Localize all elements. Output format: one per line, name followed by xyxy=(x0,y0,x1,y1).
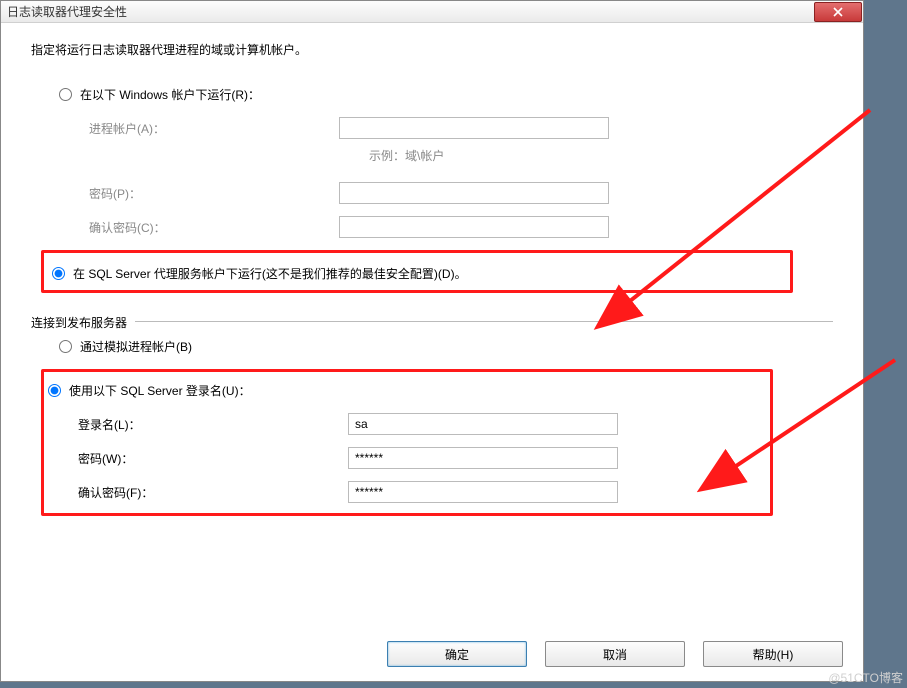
login-confirm-label: 确认密码(F)： xyxy=(48,484,348,501)
run-password-label: 密码(P)： xyxy=(59,185,339,202)
radio-run-windows[interactable] xyxy=(59,88,72,101)
login-password-input[interactable] xyxy=(348,447,618,469)
help-button[interactable]: 帮助(H) xyxy=(703,641,843,667)
radio-run-sql-agent-row[interactable]: 在 SQL Server 代理服务帐户下运行(这不是我们推荐的最佳安全配置)(D… xyxy=(52,265,782,282)
cancel-button[interactable]: 取消 xyxy=(545,641,685,667)
login-confirm-input[interactable] xyxy=(348,481,618,503)
connect-fieldset: 连接到发布服务器 通过模拟进程帐户(B) 使用以下 SQL Server 登录名… xyxy=(31,321,833,516)
close-button[interactable] xyxy=(814,2,862,22)
process-account-label: 进程帐户(A)： xyxy=(59,120,339,137)
example-hint: 示例：域\帐户 xyxy=(59,147,833,164)
login-name-label: 登录名(L)： xyxy=(48,416,348,433)
radio-run-windows-row[interactable]: 在以下 Windows 帐户下运行(R)： xyxy=(59,86,833,103)
run-password-input xyxy=(339,182,609,204)
radio-impersonate-row[interactable]: 通过模拟进程帐户(B) xyxy=(59,338,833,355)
radio-run-sql-agent-label: 在 SQL Server 代理服务帐户下运行(这不是我们推荐的最佳安全配置)(D… xyxy=(73,265,467,282)
dialog-content: 指定将运行日志读取器代理进程的域或计算机帐户。 在以下 Windows 帐户下运… xyxy=(1,23,863,681)
window-title: 日志读取器代理安全性 xyxy=(7,3,127,20)
radio-run-windows-label: 在以下 Windows 帐户下运行(R)： xyxy=(80,86,260,103)
run-confirm-label: 确认密码(C)： xyxy=(59,219,339,236)
radio-sql-login-row[interactable]: 使用以下 SQL Server 登录名(U)： xyxy=(48,382,766,399)
login-password-label: 密码(W)： xyxy=(48,450,348,467)
highlight-run-sql-agent: 在 SQL Server 代理服务帐户下运行(这不是我们推荐的最佳安全配置)(D… xyxy=(41,250,793,293)
run-confirm-input xyxy=(339,216,609,238)
ok-button[interactable]: 确定 xyxy=(387,641,527,667)
radio-run-sql-agent[interactable] xyxy=(52,267,65,280)
highlight-sql-login: 使用以下 SQL Server 登录名(U)： 登录名(L)： 密码(W)： 确… xyxy=(41,369,773,516)
connect-legend: 连接到发布服务器 xyxy=(31,314,135,331)
dialog-window: 日志读取器代理安全性 指定将运行日志读取器代理进程的域或计算机帐户。 在以下 W… xyxy=(0,0,864,682)
titlebar: 日志读取器代理安全性 xyxy=(1,1,863,23)
radio-impersonate-label: 通过模拟进程帐户(B) xyxy=(80,338,192,355)
button-row: 确定 取消 帮助(H) xyxy=(387,641,843,667)
login-name-input[interactable] xyxy=(348,413,618,435)
radio-impersonate[interactable] xyxy=(59,340,72,353)
radio-sql-login-label: 使用以下 SQL Server 登录名(U)： xyxy=(69,382,251,399)
watermark: @51CTO博客 xyxy=(828,669,903,686)
process-account-input xyxy=(339,117,609,139)
instruction-text: 指定将运行日志读取器代理进程的域或计算机帐户。 xyxy=(31,41,833,58)
close-icon xyxy=(833,7,843,17)
radio-sql-login[interactable] xyxy=(48,384,61,397)
